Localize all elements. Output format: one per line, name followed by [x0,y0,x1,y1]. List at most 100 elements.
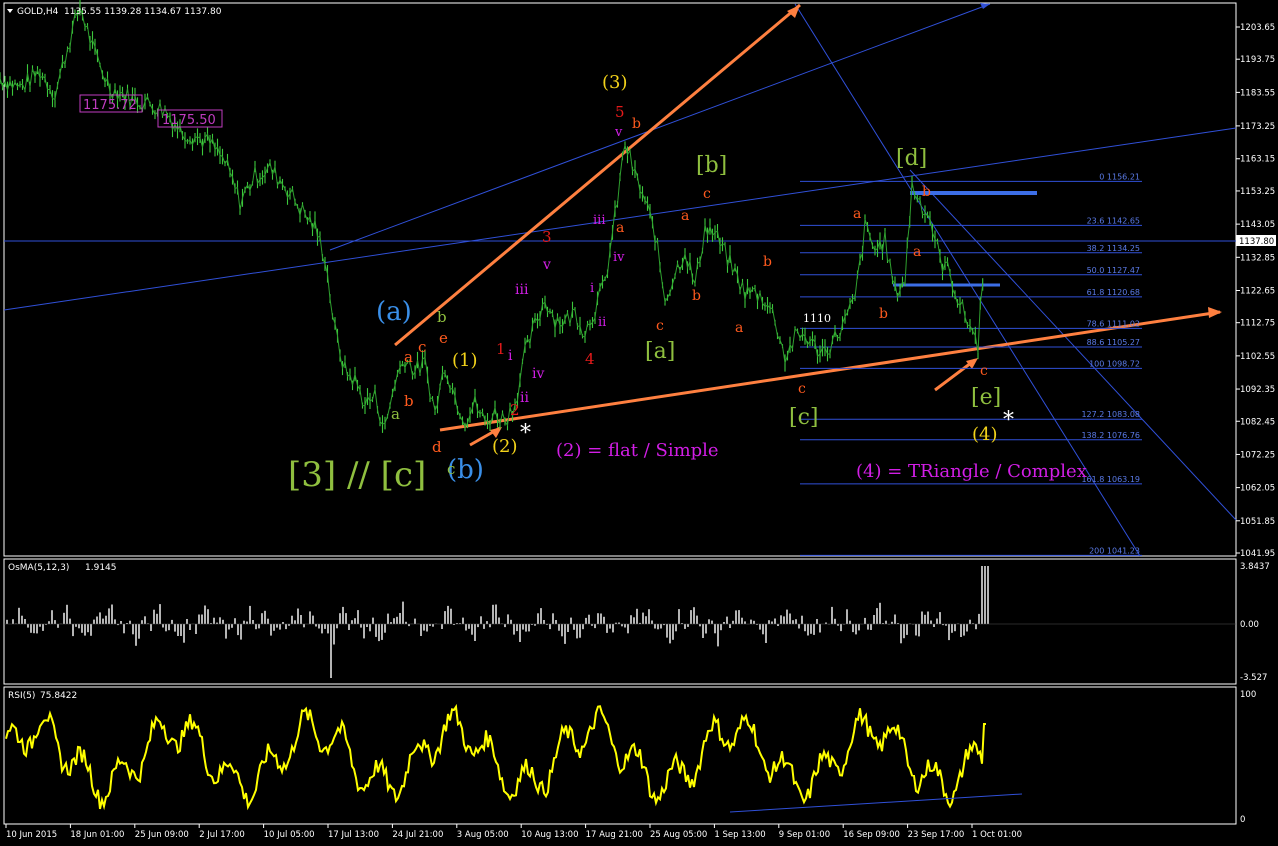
osma-bar [468,624,470,629]
osma-bar [675,624,677,632]
osma-bar [537,613,539,624]
osma-bar [177,624,179,636]
osma-bar [102,618,104,624]
osma-bar [399,613,401,624]
osma-bar [807,624,809,636]
osma-bar [924,614,926,624]
osma-bar [348,624,350,630]
wave-label: (4) = TRiangle / Complex [856,461,1087,482]
osma-bar [858,624,860,631]
osma-bar [441,624,443,629]
time-tick-label: 25 Jun 09:00 [135,830,189,840]
osma-bar [840,624,842,632]
osma-bar [954,624,956,632]
osma-tick-label: 3.8437 [1240,562,1270,572]
fib-level-label: 127.2 1083.08 [1081,410,1140,419]
osma-bar [171,619,173,624]
osma-bar [228,624,230,630]
osma-bar [582,624,584,630]
osma-bar [90,624,92,636]
osma-bar [360,624,362,628]
osma-bar [642,612,644,624]
osma-bar [900,624,902,644]
osma-bar [522,624,524,630]
time-tick-label: 3 Aug 05:00 [457,830,509,840]
time-tick-label: 10 Jun 2015 [6,830,57,840]
osma-bar [561,624,563,637]
osma-bar [378,624,380,642]
chart-header: GOLD,H4 1135.55 1139.28 1134.67 1137.80 [7,7,222,17]
osma-bar [879,602,881,624]
wave-label-extra: a [735,320,743,336]
osma-bar [429,624,431,626]
osma-bar [714,624,716,634]
osma-bar [939,612,941,624]
osma-bar [543,620,545,624]
osma-bar [135,624,137,646]
wave-label-extra: a [913,244,921,260]
osma-bar [813,624,815,635]
osma-bar [693,607,695,624]
osma-bar [261,613,263,624]
osma-bar [831,606,833,624]
osma-bar [744,621,746,624]
osma-bar [366,624,368,627]
time-tick-label: 9 Sep 01:00 [779,830,830,840]
fib-level-label: 23.6 1142.65 [1087,216,1140,225]
osma-bar [285,624,287,630]
osma-bar [525,624,527,632]
osma-bar [471,624,473,635]
osma-bar [408,624,410,627]
wave-label: iii [515,282,529,298]
osma-bar [96,616,98,624]
osma-bar [750,619,752,624]
wave-label-extra: iv [613,250,625,265]
wave-label: d [432,438,442,456]
wave-label: [d] [896,146,927,171]
chart-canvas[interactable]: 1203.65 1193.75 1183.55 1173.25 1163.15 1153.… [0,0,1278,846]
osma-bar [321,624,323,634]
osma-bar [669,624,671,644]
time-tick-label: 1 Sep 13:00 [714,830,765,840]
osma-bar [276,624,278,628]
osma-bar [51,610,53,624]
osma-bar [39,624,41,627]
osma-bar [156,613,158,624]
price-tick-label: 1122.65 [1240,286,1275,296]
wave-label: * [520,421,531,446]
wave-label: [a] [645,339,675,364]
osma-bar [966,624,968,632]
osma-bar [420,624,422,636]
osma-bar [474,624,476,641]
osma-bar [921,611,923,624]
osma-bar [492,604,494,624]
osma-bar [354,618,356,624]
wave-label: 2 [510,401,520,419]
osma-bar [162,624,164,628]
osma-bar [477,624,479,628]
osma-bar [303,624,305,628]
time-tick-label: 23 Sep 17:00 [908,830,965,840]
osma-bar [483,624,485,629]
osma-bar [495,604,497,624]
osma-bar [933,624,935,627]
wave-label: i [508,348,513,364]
wave-label: 1110 [803,312,831,325]
osma-bar [672,624,674,640]
wave-label-extra: c [798,381,806,397]
osma-bar [558,624,560,631]
osma-bar [960,624,962,637]
osma-bar [774,618,776,624]
osma-bar [315,624,317,627]
osma-bar [708,619,710,624]
wave-label: (4) [972,424,998,445]
osma-bar [852,624,854,633]
osma-bar [357,610,359,624]
price-box-1-label: 1175.72 [83,98,137,113]
osma-bar [123,624,125,634]
osma-bar [510,619,512,624]
osma-bar [375,624,377,637]
osma-bar [24,619,26,624]
osma-bar [810,624,812,634]
osma-bar [936,618,938,624]
